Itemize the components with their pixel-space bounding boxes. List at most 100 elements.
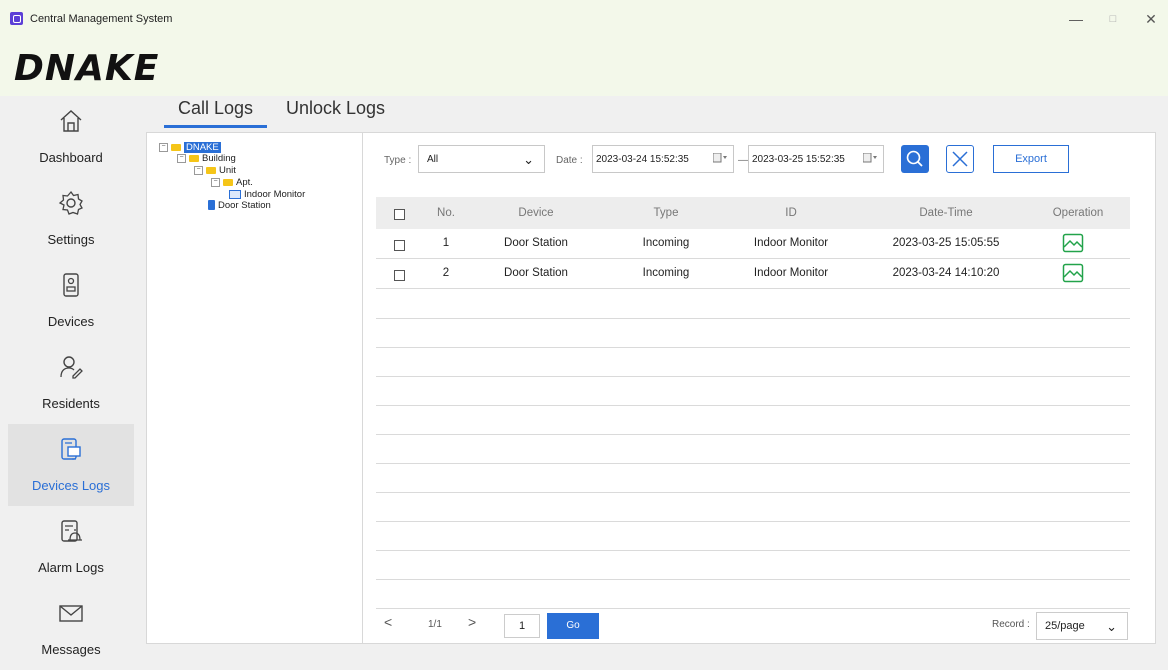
empty-row <box>376 405 1130 435</box>
table-row[interactable]: 1 Door Station Incoming Indoor Monitor 2… <box>376 229 1130 259</box>
sidebar-item-label: Residents <box>42 396 100 411</box>
date-to-value: 2023-03-25 15:52:35 <box>752 154 845 165</box>
tree-label: Building <box>202 153 236 164</box>
collapse-toggle-icon[interactable]: − <box>211 177 220 187</box>
envelope-icon <box>59 605 83 622</box>
table-row[interactable]: 2 Door Station Incoming Indoor Monitor 2… <box>376 259 1130 289</box>
gear-icon <box>58 190 83 215</box>
calendar-icon[interactable] <box>713 153 727 163</box>
sidebar-item-label: Alarm Logs <box>38 560 104 575</box>
column-header-operation: Operation <box>1052 207 1104 219</box>
folder-icon <box>223 178 233 186</box>
main-panel: − DNAKE − Building − Unit − Apt. Indoor Moni… <box>146 132 1156 644</box>
folder-icon <box>206 166 216 174</box>
chevron-down-icon: ⌄ <box>1106 619 1117 634</box>
empty-row <box>376 550 1130 580</box>
type-label: Type : <box>384 155 412 166</box>
tree-label: Unit <box>219 165 236 176</box>
tree-node-building[interactable]: − Building <box>177 153 236 164</box>
cell-device: Door Station <box>504 267 568 279</box>
pagination: < 1/1 > 1 Go Record : 25/page ⌄ <box>376 611 1130 641</box>
search-button[interactable] <box>901 145 929 173</box>
maximize-button[interactable]: □ <box>1098 8 1128 30</box>
empty-row <box>376 318 1130 348</box>
folder-icon <box>171 143 181 151</box>
sidebar-item-label: Devices <box>47 314 95 329</box>
sidebar-item-settings[interactable]: Settings <box>8 178 134 260</box>
tree-node-apt[interactable]: − Apt. <box>211 177 253 188</box>
dnake-logo: DNAKE <box>14 48 160 89</box>
tab-call-logs[interactable]: Call Logs <box>163 98 268 128</box>
row-checkbox[interactable] <box>394 270 405 281</box>
tree-label: Apt. <box>236 177 253 188</box>
column-header-no[interactable]: No. <box>426 197 466 229</box>
clear-button[interactable] <box>946 145 974 173</box>
collapse-toggle-icon[interactable]: − <box>177 153 186 163</box>
go-button[interactable]: Go <box>547 613 599 639</box>
export-button[interactable]: Export <box>993 145 1069 173</box>
close-icon <box>952 151 968 167</box>
tree-node-root[interactable]: − DNAKE <box>159 142 221 153</box>
cell-id: Indoor Monitor <box>753 267 829 279</box>
empty-row <box>376 521 1130 551</box>
view-image-icon[interactable] <box>1062 263 1084 283</box>
cell-type: Incoming <box>642 237 690 249</box>
logo-bar: DNAKE <box>0 40 1168 96</box>
tree-node-indoor-monitor[interactable]: Indoor Monitor <box>229 189 305 200</box>
devices-logs-icon <box>61 438 81 460</box>
date-label: Date : <box>556 155 583 166</box>
empty-row <box>376 347 1130 377</box>
close-button[interactable]: ✕ <box>1136 8 1166 30</box>
tree-label: DNAKE <box>184 142 221 153</box>
sidebar-item-label: Settings <box>47 232 95 247</box>
cell-device: Door Station <box>504 237 568 249</box>
tree-label: Door Station <box>218 200 271 211</box>
column-header-id[interactable]: ID <box>736 197 846 229</box>
sidebar-item-devices[interactable]: Devices <box>8 260 134 342</box>
date-from-field[interactable]: 2023-03-24 15:52:35 <box>592 145 734 173</box>
view-image-icon[interactable] <box>1062 233 1084 253</box>
row-checkbox[interactable] <box>394 240 405 251</box>
title-bar: Central Management System — □ ✕ <box>0 0 1168 40</box>
sidebar-item-residents[interactable]: Residents <box>8 342 134 424</box>
alarm-logs-icon <box>61 520 82 542</box>
minimize-button[interactable]: — <box>1061 8 1091 30</box>
column-header-type[interactable]: Type <box>616 197 716 229</box>
sidebar-item-dashboard[interactable]: Dashboard <box>8 96 134 178</box>
date-to-field[interactable]: 2023-03-25 15:52:35 <box>748 145 884 173</box>
type-select[interactable]: All ⌄ <box>418 145 545 173</box>
folder-icon <box>189 154 199 162</box>
sidebar: Dashboard Settings Devices Residents Dev… <box>8 96 134 665</box>
next-page-button[interactable]: > <box>468 614 476 630</box>
sidebar-item-devices-logs[interactable]: Devices Logs <box>8 424 134 506</box>
residents-icon <box>60 356 83 379</box>
date-separator: — <box>738 155 748 166</box>
empty-row <box>376 289 1130 319</box>
page-number-input[interactable]: 1 <box>504 614 540 638</box>
empty-row <box>376 579 1130 609</box>
collapse-toggle-icon[interactable]: − <box>194 165 203 175</box>
empty-row <box>376 376 1130 406</box>
calendar-icon[interactable] <box>863 153 877 163</box>
sidebar-item-messages[interactable]: Messages <box>8 588 134 670</box>
collapse-toggle-icon[interactable]: − <box>159 142 168 152</box>
sidebar-item-label: Dashboard <box>39 150 103 165</box>
device-tree: − DNAKE − Building − Unit − Apt. Indoor Moni… <box>147 133 363 643</box>
chevron-down-icon: ⌄ <box>523 152 534 167</box>
empty-row <box>376 434 1130 464</box>
sidebar-item-label: Messages <box>41 642 101 657</box>
column-header-device[interactable]: Device <box>486 197 586 229</box>
tree-node-unit[interactable]: − Unit <box>194 165 236 176</box>
tab-unlock-logs[interactable]: Unlock Logs <box>286 98 385 119</box>
sidebar-item-label: Devices Logs <box>31 478 111 493</box>
type-value: All <box>427 154 439 165</box>
column-header-datetime[interactable]: Date-Time <box>881 197 1011 229</box>
app-icon <box>10 12 23 25</box>
select-all-checkbox[interactable] <box>394 209 405 220</box>
tree-label: Indoor Monitor <box>244 189 306 200</box>
tree-node-door-station[interactable]: Door Station <box>208 200 271 211</box>
prev-page-button[interactable]: < <box>384 614 392 630</box>
records-per-page-select[interactable]: 25/page ⌄ <box>1036 612 1128 640</box>
sidebar-item-alarm-logs[interactable]: Alarm Logs <box>8 506 134 588</box>
monitor-icon <box>229 189 241 199</box>
